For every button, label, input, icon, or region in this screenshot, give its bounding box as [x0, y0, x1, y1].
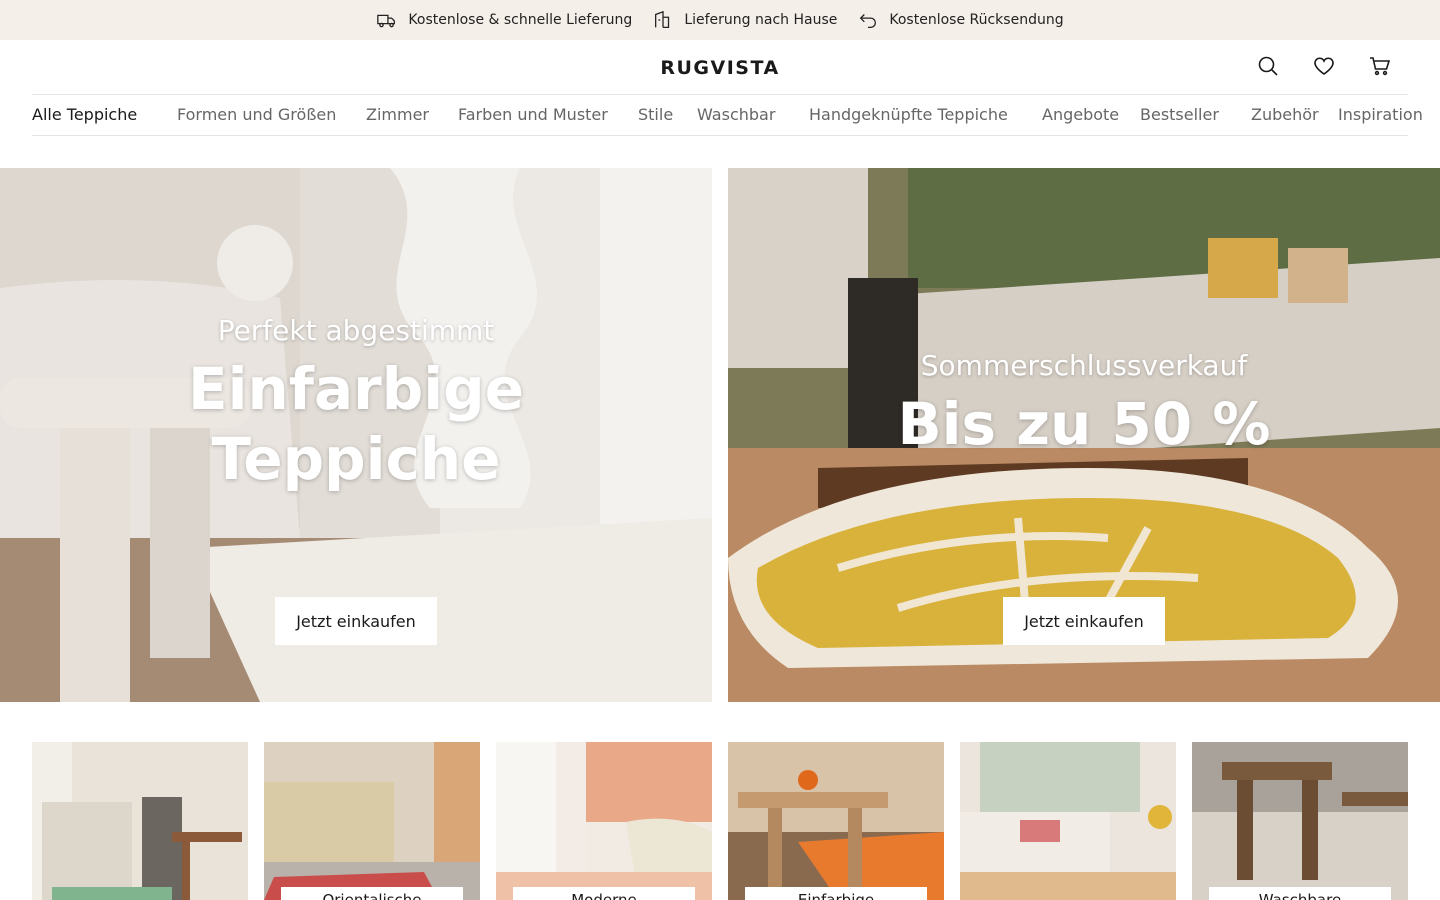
nav-item-colors-patterns[interactable]: Farben und Muster: [458, 105, 608, 124]
benefit-label: Lieferung nach Hause: [684, 12, 838, 28]
category-image-washable: [1192, 742, 1408, 900]
benefit-home-delivery: Lieferung nach Hause: [652, 9, 837, 31]
search-icon: [1258, 56, 1278, 76]
nav-item-offers[interactable]: Angebote: [1042, 105, 1119, 124]
category-tile-label: Orientalische: [281, 887, 463, 900]
category-tile-kitchen[interactable]: [32, 742, 248, 900]
nav-item-washable[interactable]: Waschbar: [697, 105, 775, 124]
site-header: RUGVISTA: [0, 40, 1440, 95]
header-actions: [1256, 54, 1392, 78]
category-tile-solid[interactable]: Einfarbige: [728, 742, 944, 900]
category-tile-washable[interactable]: Waschbare: [1192, 742, 1408, 900]
benefits-bar: Kostenlose & schnelle Lieferung Lieferun…: [0, 0, 1440, 40]
nav-item-rooms[interactable]: Zimmer: [366, 105, 429, 124]
nav-item-accessories[interactable]: Zubehör: [1251, 105, 1319, 124]
benefit-free-delivery: Kostenlose & schnelle Lieferung: [376, 9, 632, 31]
category-tile-living-room[interactable]: [960, 742, 1176, 900]
cart-button[interactable]: [1368, 54, 1392, 78]
category-image-modern: [496, 742, 712, 900]
nav-item-styles[interactable]: Stile: [638, 105, 673, 124]
main-nav: Alle Teppiche Formen und Größen Zimmer F…: [32, 94, 1423, 136]
shop-now-button[interactable]: Jetzt einkaufen: [275, 597, 437, 645]
benefit-free-return: Kostenlose Rücksendung: [857, 9, 1064, 31]
category-tile-oriental[interactable]: Orientalische: [264, 742, 480, 900]
hero-kicker: Sommerschlussverkauf: [920, 349, 1248, 382]
home-delivery-icon: [655, 10, 670, 28]
hero-headline: Bis zu 50 %: [897, 390, 1271, 458]
nav-item-shapes-sizes[interactable]: Formen und Größen: [177, 105, 336, 124]
category-image-kitchen: [32, 742, 248, 900]
nav-item-inspiration[interactable]: Inspiration: [1338, 105, 1423, 124]
cart-icon: [1370, 57, 1391, 76]
wishlist-button[interactable]: [1312, 54, 1336, 78]
category-image-living-room: [960, 742, 1176, 900]
hero-headline-line1: Einfarbige: [187, 355, 525, 423]
truck-icon: [377, 14, 396, 28]
benefit-label: Kostenlose & schnelle Lieferung: [408, 12, 633, 28]
category-tile-modern[interactable]: Moderne: [496, 742, 712, 900]
category-image-solid: [728, 742, 944, 900]
category-tile-label: Waschbare: [1209, 887, 1391, 900]
nav-item-all-rugs[interactable]: Alle Teppiche: [32, 105, 137, 124]
shop-now-button[interactable]: Jetzt einkaufen: [1003, 597, 1165, 645]
hero-banner-solid-rugs[interactable]: Perfekt abgestimmt Einfarbige Teppiche J…: [0, 168, 712, 702]
site-logo[interactable]: RUGVISTA: [0, 57, 1440, 79]
search-button[interactable]: [1256, 54, 1280, 78]
category-image-oriental: [264, 742, 480, 900]
category-tiles: Orientalische Moderne Einfarbige Waschba…: [32, 742, 1408, 900]
nav-item-bestseller[interactable]: Bestseller: [1140, 105, 1219, 124]
nav-item-hand-knotted[interactable]: Handgeknüpfte Teppiche: [809, 105, 1008, 124]
hero-headline-line2: Teppiche: [211, 425, 501, 493]
category-tile-label: Moderne: [513, 887, 695, 900]
hero-kicker: Perfekt abgestimmt: [217, 314, 495, 347]
hero-banner-summer-sale[interactable]: Sommerschlussverkauf Bis zu 50 % Jetzt e…: [728, 168, 1440, 702]
benefit-label: Kostenlose Rücksendung: [889, 12, 1064, 28]
return-icon: [860, 14, 877, 28]
category-tile-label: Einfarbige: [745, 887, 927, 900]
heart-icon: [1314, 57, 1334, 75]
